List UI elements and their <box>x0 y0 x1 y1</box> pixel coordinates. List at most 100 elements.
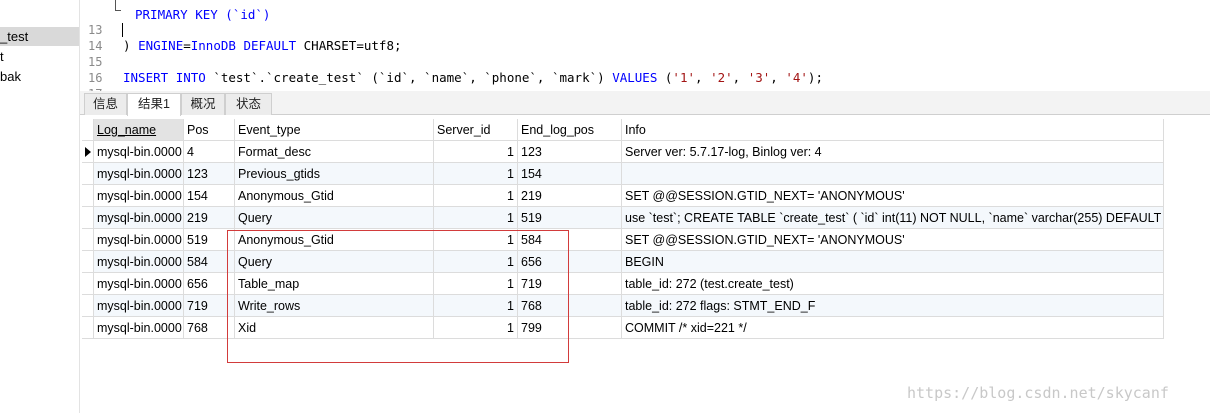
cell-pos[interactable]: 123 <box>184 163 235 185</box>
cell-end-log-pos[interactable]: 656 <box>518 251 622 273</box>
cell-pos[interactable]: 719 <box>184 295 235 317</box>
row-indicator[interactable] <box>82 317 94 339</box>
code-keyword: INSERT <box>123 70 169 85</box>
sidebar-item-t[interactable]: t <box>0 47 79 66</box>
row-indicator[interactable] <box>82 185 94 207</box>
column-header-pos[interactable]: Pos <box>184 119 235 141</box>
sidebar-item-test[interactable]: _test <box>0 27 79 46</box>
fold-guide-end <box>115 10 121 11</box>
sidebar-item-label: t <box>0 49 4 64</box>
cell-event-type[interactable]: Previous_gtids <box>235 163 434 185</box>
row-indicator[interactable] <box>82 163 94 185</box>
code-string: '2' <box>710 70 733 85</box>
fold-guide <box>115 0 116 10</box>
cell-end-log-pos[interactable]: 219 <box>518 185 622 207</box>
cell-server-id[interactable]: 1 <box>434 317 518 339</box>
code-text: CHARSET=utf8; <box>303 38 402 53</box>
row-indicator[interactable] <box>82 273 94 295</box>
cell-end-log-pos[interactable]: 719 <box>518 273 622 295</box>
column-header-log-name[interactable]: Log_name <box>94 119 184 141</box>
code-string: '3' <box>747 70 771 85</box>
cell-event-type[interactable]: Query <box>235 207 434 229</box>
cell-event-type[interactable]: Format_desc <box>235 141 434 163</box>
cell-pos[interactable]: 219 <box>184 207 235 229</box>
text-caret <box>122 23 123 37</box>
cell-log-name[interactable]: mysql-bin.0000 <box>94 141 184 163</box>
row-indicator[interactable] <box>82 207 94 229</box>
cell-event-type[interactable]: Anonymous_Gtid <box>235 229 434 251</box>
cell-log-name[interactable]: mysql-bin.0000 <box>94 185 184 207</box>
cell-event-type[interactable]: Table_map <box>235 273 434 295</box>
column-header-info[interactable]: Info <box>622 119 1164 141</box>
row-indicator[interactable] <box>82 295 94 317</box>
sql-editor[interactable]: PRIMARY KEY (`id`) 13 ) ENGINE=InnoDB DE… <box>80 0 1210 101</box>
editor-line-17: 17 <box>80 70 110 101</box>
cell-end-log-pos[interactable]: 799 <box>518 317 622 339</box>
editor-line-13: 13 ) ENGINE=InnoDB DEFAULT CHARSET=utf8; <box>80 6 402 53</box>
cell-log-name[interactable]: mysql-bin.0000 <box>94 273 184 295</box>
cell-end-log-pos[interactable]: 519 <box>518 207 622 229</box>
current-row-arrow-icon <box>85 147 91 157</box>
cell-event-type[interactable]: Query <box>235 251 434 273</box>
cell-end-log-pos[interactable]: 123 <box>518 141 622 163</box>
code-keyword: InnoDB <box>190 38 236 53</box>
tab-label: 概况 <box>190 97 216 111</box>
cell-info[interactable]: SET @@SESSION.GTID_NEXT= 'ANONYMOUS' <box>622 185 1164 207</box>
cell-server-id[interactable]: 1 <box>434 229 518 251</box>
cell-server-id[interactable]: 1 <box>434 295 518 317</box>
cell-log-name[interactable]: mysql-bin.0000 <box>94 251 184 273</box>
cell-log-name[interactable]: mysql-bin.0000 <box>94 163 184 185</box>
cell-server-id[interactable]: 1 <box>434 207 518 229</box>
cell-server-id[interactable]: 1 <box>434 185 518 207</box>
cell-pos[interactable]: 656 <box>184 273 235 295</box>
sidebar-item-bak[interactable]: bak <box>0 67 79 86</box>
cell-log-name[interactable]: mysql-bin.0000 <box>94 207 184 229</box>
tab-label: 状态 <box>235 97 261 111</box>
cell-end-log-pos[interactable]: 154 <box>518 163 622 185</box>
cell-log-name[interactable]: mysql-bin.0000 <box>94 295 184 317</box>
row-indicator[interactable] <box>82 229 94 251</box>
column-header-end-log-pos[interactable]: End_log_pos <box>518 119 622 141</box>
tab-info[interactable]: 信息 <box>84 93 127 115</box>
code-text: = <box>183 38 191 53</box>
object-sidebar: _test t bak <box>0 0 80 413</box>
cell-pos[interactable]: 519 <box>184 229 235 251</box>
cell-pos[interactable]: 584 <box>184 251 235 273</box>
cell-info[interactable]: table_id: 272 flags: STMT_END_F <box>622 295 1164 317</box>
cell-event-type[interactable]: Anonymous_Gtid <box>235 185 434 207</box>
cell-pos[interactable]: 4 <box>184 141 235 163</box>
cell-event-type[interactable]: Xid <box>235 317 434 339</box>
cell-info[interactable]: table_id: 272 (test.create_test) <box>622 273 1164 295</box>
tab-result1[interactable]: 结果1 <box>127 93 181 116</box>
cell-end-log-pos[interactable]: 584 <box>518 229 622 251</box>
tab-status[interactable]: 状态 <box>225 93 272 115</box>
cell-event-type[interactable]: Write_rows <box>235 295 434 317</box>
cell-info[interactable]: Server ver: 5.7.17-log, Binlog ver: 4 <box>622 141 1164 163</box>
cell-info[interactable]: SET @@SESSION.GTID_NEXT= 'ANONYMOUS' <box>622 229 1164 251</box>
cell-log-name[interactable]: mysql-bin.0000 <box>94 229 184 251</box>
tab-overview[interactable]: 概况 <box>181 93 225 115</box>
code-text: ); <box>807 70 823 85</box>
result-tabbar: 信息 结果1 概况 状态 <box>80 91 1210 116</box>
code-keyword: DEFAULT <box>243 38 297 53</box>
cell-server-id[interactable]: 1 <box>434 251 518 273</box>
cell-server-id[interactable]: 1 <box>434 273 518 295</box>
cell-server-id[interactable]: 1 <box>434 163 518 185</box>
cell-info[interactable] <box>622 163 1164 185</box>
cell-log-name[interactable]: mysql-bin.0000 <box>94 317 184 339</box>
code-text: ) <box>123 38 139 53</box>
code-keyword: INTO <box>175 70 206 85</box>
code-text: PRIMARY KEY (`id`) <box>135 7 271 22</box>
cell-pos[interactable]: 768 <box>184 317 235 339</box>
row-indicator[interactable] <box>82 141 94 163</box>
column-header-event-type[interactable]: Event_type <box>235 119 434 141</box>
cell-info[interactable]: COMMIT /* xid=221 */ <box>622 317 1164 339</box>
column-header-server-id[interactable]: Server_id <box>434 119 518 141</box>
cell-info[interactable]: use `test`; CREATE TABLE `create_test` (… <box>622 207 1164 229</box>
cell-pos[interactable]: 154 <box>184 185 235 207</box>
cell-end-log-pos[interactable]: 768 <box>518 295 622 317</box>
row-indicator[interactable] <box>82 251 94 273</box>
cell-server-id[interactable]: 1 <box>434 141 518 163</box>
cell-info[interactable]: BEGIN <box>622 251 1164 273</box>
code-string: '4' <box>785 70 808 85</box>
